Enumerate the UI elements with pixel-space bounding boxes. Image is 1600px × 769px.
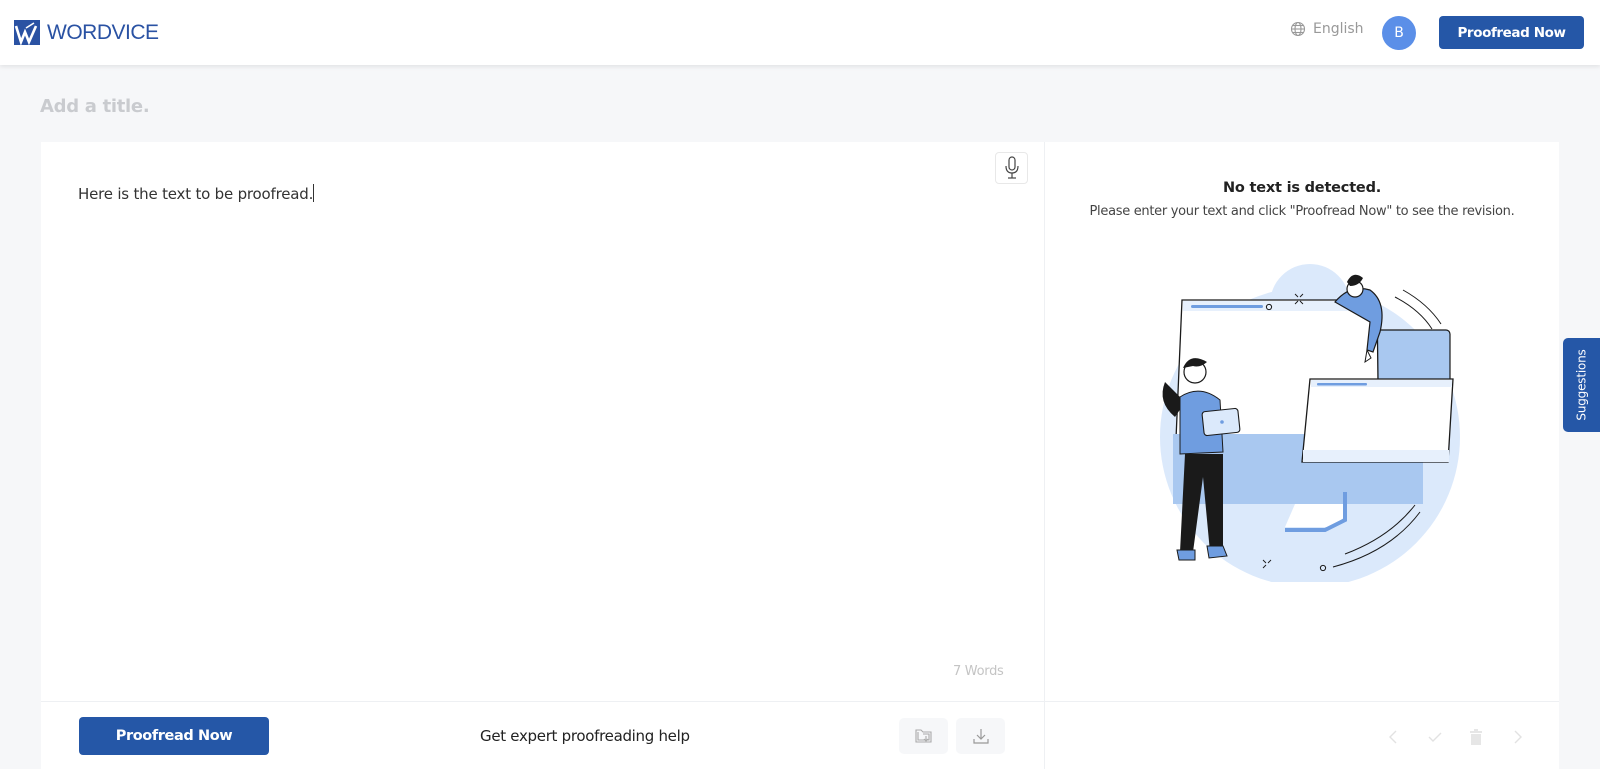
avatar-initial: B: [1394, 25, 1404, 41]
language-selector[interactable]: English: [1290, 21, 1364, 37]
illustration-front-monitor: [1301, 378, 1454, 463]
proofread-now-button[interactable]: Proofread Now: [79, 717, 269, 755]
microphone-icon: [1004, 156, 1019, 179]
accept-suggestion-button[interactable]: [1426, 728, 1444, 746]
user-avatar[interactable]: B: [1382, 16, 1416, 50]
editor-footer: Proofread Now Get expert proofreading he…: [41, 701, 1045, 769]
chevron-left-icon: [1389, 730, 1397, 744]
word-count: 7 Words: [953, 664, 1004, 679]
download-button[interactable]: [956, 718, 1005, 754]
download-icon: [972, 729, 989, 744]
voice-input-button[interactable]: [995, 152, 1028, 184]
editor-content: Here is the text to be proofread.: [78, 185, 314, 203]
previous-suggestion-button[interactable]: [1385, 728, 1403, 746]
expert-help-link[interactable]: Get expert proofreading help: [480, 727, 690, 745]
empty-state-illustration: [1160, 264, 1460, 582]
next-suggestion-button[interactable]: [1508, 728, 1526, 746]
brand-name: WORDVICE: [47, 20, 159, 44]
check-icon: [1428, 732, 1442, 742]
empty-state-title: No text is detected.: [1222, 180, 1382, 196]
editor-textarea[interactable]: Here is the text to be proofread.: [78, 184, 315, 203]
suggestions-tab[interactable]: Suggestions: [1563, 338, 1600, 432]
top-header: WORDVICE English B Proofread Now: [0, 0, 1600, 65]
result-panel: No text is detected. Please enter your t…: [1045, 142, 1559, 769]
text-caret: [313, 184, 315, 202]
language-label: English: [1313, 21, 1364, 37]
delete-suggestion-button[interactable]: [1467, 728, 1485, 746]
document-title-input[interactable]: Add a title.: [40, 96, 150, 117]
folder-download-icon: [914, 729, 932, 743]
logo-mark-icon: [14, 20, 40, 45]
header-proofread-now-button[interactable]: Proofread Now: [1439, 16, 1584, 49]
save-to-folder-button[interactable]: [899, 718, 948, 754]
wordvice-logo[interactable]: WORDVICE: [14, 20, 159, 45]
result-footer: [1045, 701, 1559, 769]
editor-panel: Here is the text to be proofread. 7 Word…: [41, 142, 1045, 769]
suggestions-tab-label: Suggestions: [1574, 349, 1589, 421]
empty-state-message: Please enter your text and click "Proofr…: [1089, 204, 1515, 219]
trash-icon: [1470, 729, 1482, 745]
chevron-right-icon: [1514, 730, 1522, 744]
globe-icon: [1290, 21, 1306, 37]
